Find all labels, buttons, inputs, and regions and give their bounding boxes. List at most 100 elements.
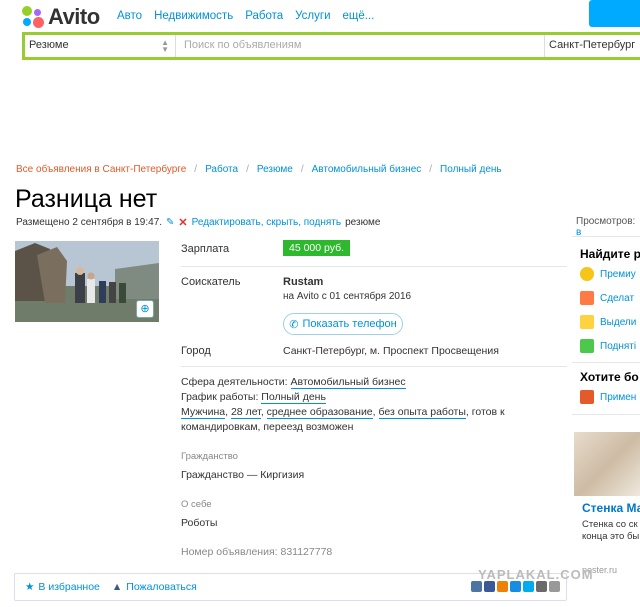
odnoklassniki-share-icon[interactable] [497, 581, 508, 592]
twitter-share-icon[interactable] [523, 581, 534, 592]
breadcrumb-separator: / [429, 164, 433, 175]
logo-text: Avito [48, 4, 100, 29]
promo-heading: Найдите р [580, 247, 640, 261]
top-nav: Авто Недвижимость Работа Услуги ещё... [117, 10, 374, 22]
star-icon: ★ [25, 581, 35, 593]
salary-label: Зарплата [181, 243, 230, 255]
gender-link[interactable]: Мужчина [181, 406, 226, 419]
promo-vip-label: Сделат [600, 292, 635, 304]
city-value: Санкт-Петербург, м. Проспект Просвещения [283, 345, 499, 357]
select-arrows-icon: ▲ ▼ [161, 38, 169, 54]
citizenship-heading: Гражданство [181, 451, 238, 462]
sidebar-divider [572, 362, 640, 363]
watermark: YAPLAKAL.COM [478, 567, 594, 582]
vip-icon [580, 291, 594, 305]
divider [181, 266, 567, 267]
want-apply-label: Примен [600, 391, 637, 403]
salary-badge: 45 000 руб. [283, 240, 351, 256]
nav-auto[interactable]: Авто [117, 10, 142, 22]
breadcrumb-separator: / [300, 164, 304, 175]
posted-line: Размещено 2 сентября в 19:47. ✎ ✕ Редакт… [16, 216, 380, 229]
edit-link[interactable]: Редактировать, скрыть, поднять [192, 217, 341, 228]
posted-date: Размещено 2 сентября в 19:47. [16, 217, 163, 228]
mailru-share-icon[interactable] [510, 581, 521, 592]
ad-title[interactable]: Стенка Ма [582, 501, 640, 515]
ad-text-line-2: конца это бы [582, 531, 640, 542]
edit-suffix: резюме [345, 217, 381, 228]
coin-icon [580, 267, 594, 281]
views-label: Просмотров: [576, 216, 636, 227]
complain-label: Пожаловаться [126, 581, 197, 593]
ad-image[interactable] [574, 432, 640, 496]
ad-text-line-1: Стенка со ск [582, 519, 638, 530]
logo-dots-icon [22, 6, 44, 28]
breadcrumb: Все объявления в Санкт-Петербурге / Рабо… [16, 164, 502, 175]
want-apply[interactable]: Примен [580, 390, 636, 404]
breadcrumb-resume[interactable]: Резюме [257, 164, 293, 175]
description: Сфера деятельности: Автомобильный бизнес… [181, 376, 505, 433]
breadcrumb-full-day[interactable]: Полный день [440, 164, 502, 175]
about-heading: О себе [181, 499, 212, 510]
nav-realty[interactable]: Недвижимость [154, 10, 233, 22]
seeker-since: на Avito с 01 сентября 2016 [283, 291, 412, 302]
listing-photo[interactable]: ⊕ [15, 241, 159, 322]
nav-work[interactable]: Работа [245, 10, 283, 22]
want-heading: Хотите бо [580, 370, 639, 384]
zoom-icon[interactable]: ⊕ [136, 300, 154, 318]
breadcrumb-separator: / [194, 164, 198, 175]
show-phone-label: Показать телефон [302, 318, 397, 330]
sidebar-divider [572, 414, 640, 415]
promo-highlight-label: Выдели [600, 316, 637, 328]
city-select[interactable]: Санкт-Петербург [545, 35, 640, 57]
nav-services[interactable]: Услуги [295, 10, 330, 22]
submit-ad-button[interactable] [589, 0, 640, 27]
facebook-share-icon[interactable] [484, 581, 495, 592]
avito-logo[interactable]: Avito [22, 4, 100, 30]
breadcrumb-separator: / [246, 164, 249, 175]
search-input[interactable]: Поиск по объявлениям [176, 35, 545, 57]
page-title: Разница нет [15, 185, 158, 213]
promo-raise[interactable]: Подняті [580, 339, 636, 353]
phone-icon: ✆ [289, 318, 299, 331]
package-icon [580, 390, 594, 404]
breadcrumb-all[interactable]: Все объявления в Санкт-Петербурге [16, 164, 186, 175]
breadcrumb-auto-business[interactable]: Автомобильный бизнес [312, 164, 422, 175]
schedule-label: График работы: [181, 391, 259, 403]
category-value: Резюме [29, 39, 69, 51]
email-share-icon[interactable] [549, 581, 560, 592]
views-counter: Просмотров: в [576, 216, 640, 238]
field-link[interactable]: Автомобильный бизнес [290, 376, 406, 389]
ad-text: Стенка со ск конца это бы [582, 519, 639, 543]
close-icon[interactable]: ✕ [178, 216, 187, 229]
arrow-up-icon [580, 339, 594, 353]
show-phone-button[interactable]: ✆ Показать телефон [283, 313, 403, 335]
livejournal-share-icon[interactable] [536, 581, 547, 592]
category-select[interactable]: Резюме ▲ ▼ [25, 35, 176, 57]
seeker-name[interactable]: Rustam [283, 276, 323, 288]
promo-vip[interactable]: Сделат [580, 291, 634, 305]
city-label: Город [181, 345, 211, 357]
field-label: Сфера деятельности: [181, 376, 288, 388]
nav-more[interactable]: ещё... [343, 10, 375, 22]
complain-button[interactable]: ▲ Пожаловаться [112, 581, 197, 593]
seeker-label: Соискатель [181, 276, 241, 288]
schedule-link[interactable]: Полный день [261, 391, 326, 404]
breadcrumb-work[interactable]: Работа [205, 164, 238, 175]
promo-premium[interactable]: Премиу [580, 267, 636, 281]
pencil-icon[interactable]: ✎ [166, 217, 174, 228]
experience-link[interactable]: без опыта работы [378, 406, 466, 419]
education-link[interactable]: среднее образование [266, 406, 373, 419]
marker-icon [580, 315, 594, 329]
sidebar-divider [572, 236, 640, 237]
promo-highlight[interactable]: Выдели [580, 315, 636, 329]
promo-raise-label: Подняті [600, 340, 637, 352]
citizenship-value: Гражданство — Киргизия [181, 469, 305, 481]
age-link[interactable]: 28 лет [230, 406, 261, 419]
vk-share-icon[interactable] [471, 581, 482, 592]
ad-number: Номер объявления: 831127778 [181, 546, 333, 558]
promo-premium-label: Премиу [600, 268, 636, 280]
about-value: Роботы [181, 517, 218, 529]
warning-icon: ▲ [111, 581, 123, 593]
divider [181, 366, 567, 367]
favorite-button[interactable]: ★ В избранное [25, 581, 100, 593]
